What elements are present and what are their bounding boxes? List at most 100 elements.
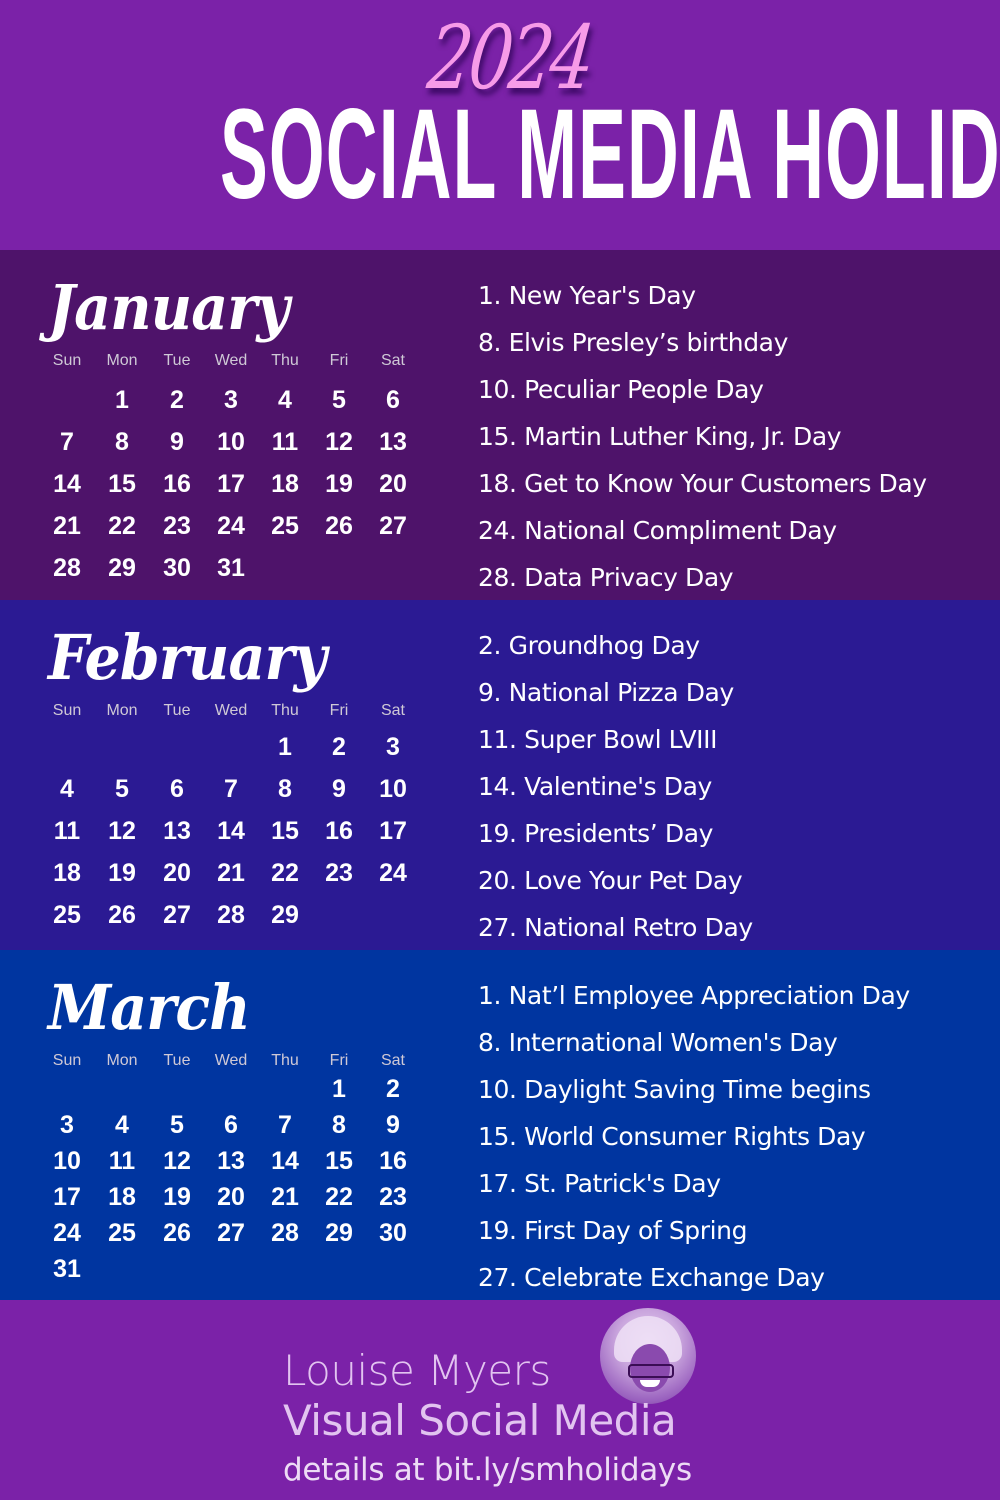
- calendar-day: 2: [332, 733, 346, 761]
- calendar-day: 20: [379, 470, 407, 498]
- calendar-day: 2: [386, 1075, 400, 1103]
- weekday-label: Wed: [214, 1052, 248, 1069]
- weekday-label: Sun: [52, 1052, 82, 1069]
- calendar-day: 4: [278, 386, 292, 414]
- holiday-item: 1. New Year's Day: [478, 281, 696, 310]
- calendar-day: 17: [379, 817, 407, 845]
- calendar-day: 26: [108, 901, 136, 929]
- weekday-label: Tue: [163, 1052, 191, 1069]
- weekday-label: Fri: [329, 702, 349, 719]
- calendar-day: 14: [217, 817, 245, 845]
- holiday-item: 10. Daylight Saving Time begins: [478, 1075, 871, 1104]
- calendar-day: 22: [108, 512, 136, 540]
- calendar-day: 22: [325, 1183, 353, 1211]
- calendar-day: 27: [217, 1219, 245, 1247]
- calendar-day: 8: [115, 428, 129, 456]
- calendar-day: 1: [115, 386, 129, 414]
- calendar-day: 28: [217, 901, 245, 929]
- year-label: 2024: [423, 6, 597, 109]
- calendar-day: 9: [332, 775, 346, 803]
- page-title: SOCIAL MEDIA HOLIDAYS: [220, 83, 1000, 226]
- weekday-label: Sat: [380, 352, 405, 369]
- calendar-day: 4: [60, 775, 74, 803]
- author-name: Louise Myers: [283, 1346, 551, 1395]
- holiday-item: 24. National Compliment Day: [478, 516, 837, 545]
- calendar-day: 25: [108, 1219, 136, 1247]
- calendar-day: 18: [53, 859, 81, 887]
- calendar-day: 7: [224, 775, 238, 803]
- details-link[interactable]: details at bit.ly/smholidays: [283, 1450, 692, 1490]
- calendar-day: 12: [163, 1147, 191, 1175]
- weekday-label: Mon: [106, 702, 138, 719]
- calendar-day: 19: [108, 859, 136, 887]
- holiday-item: 15. Martin Luther King, Jr. Day: [478, 422, 842, 451]
- avatar-glasses: [628, 1364, 674, 1378]
- calendar-day: 6: [386, 386, 400, 414]
- month-name: March: [48, 971, 251, 1044]
- calendar-day: 29: [271, 901, 299, 929]
- calendar-day: 26: [163, 1219, 191, 1247]
- holiday-item: 8. Elvis Presley’s birthday: [478, 328, 788, 357]
- calendar-day: 7: [60, 428, 74, 456]
- calendar-day: 16: [163, 470, 191, 498]
- calendar-day: 7: [278, 1111, 292, 1139]
- weekday-label: Tue: [163, 702, 191, 719]
- calendar-day: 3: [224, 386, 238, 414]
- calendar-day: 13: [163, 817, 191, 845]
- weekday-header: Sun Mon Tue Wed Thu Fri Sat: [40, 1050, 420, 1072]
- calendar-day: 15: [325, 1147, 353, 1175]
- calendar-day: 26: [325, 512, 353, 540]
- calendar-day: 23: [163, 512, 191, 540]
- calendar-day: 11: [53, 817, 81, 845]
- weekday-label: Mon: [106, 352, 138, 369]
- calendar-day: 27: [163, 901, 191, 929]
- calendar-day: 18: [108, 1183, 136, 1211]
- calendar-day: 17: [217, 470, 245, 498]
- calendar-day: 3: [60, 1111, 74, 1139]
- holiday-item: 19. First Day of Spring: [478, 1216, 748, 1245]
- calendar-day: 11: [108, 1147, 136, 1175]
- calendar-day: 10: [379, 775, 407, 803]
- weekday-label: Sun: [52, 352, 82, 369]
- calendar-day: 18: [271, 470, 299, 498]
- holiday-item: 15. World Consumer Rights Day: [478, 1122, 866, 1151]
- calendar-day: 12: [108, 817, 136, 845]
- calendar-day: 20: [163, 859, 191, 887]
- calendar-day: 28: [53, 554, 81, 582]
- calendar-day: 15: [271, 817, 299, 845]
- calendar-day: 25: [271, 512, 299, 540]
- weekday-label: Sat: [380, 1052, 405, 1069]
- holiday-item: 8. International Women's Day: [478, 1028, 838, 1057]
- calendar-day: 22: [271, 859, 299, 887]
- weekday-label: Thu: [271, 352, 299, 369]
- holiday-list: 1. Nat’l Employee Appreciation Day 8. Int…: [478, 972, 998, 1301]
- calendar-day: 23: [325, 859, 353, 887]
- holiday-list: 2. Groundhog Day 9. National Pizza Day 11.…: [478, 622, 998, 951]
- weekday-label: Wed: [214, 702, 248, 719]
- weekday-label: Sun: [52, 702, 82, 719]
- calendar-day: 11: [271, 428, 299, 456]
- calendar-day: 13: [217, 1147, 245, 1175]
- month-section-march: March Sun Mon Tue Wed Thu Fri Sat 1 2 3 4 5 6 7 8 9 10 1…: [0, 950, 1000, 1300]
- calendar-day: 1: [278, 733, 292, 761]
- weekday-header: Sun Mon Tue Wed Thu Fri Sat: [40, 700, 420, 722]
- calendar-day: 17: [53, 1183, 81, 1211]
- calendar-day: 13: [379, 428, 407, 456]
- holiday-item: 28. Data Privacy Day: [478, 563, 734, 592]
- holiday-list: 1. New Year's Day 8. Elvis Presley’s birt…: [478, 272, 998, 601]
- weekday-label: Thu: [271, 702, 299, 719]
- calendar-day: 6: [224, 1111, 238, 1139]
- month-section-february: February Sun Mon Tue Wed Thu Fri Sat 123456789…: [0, 600, 1000, 950]
- calendar-day: 2: [170, 386, 184, 414]
- calendar-day: 14: [271, 1147, 299, 1175]
- calendar-day: 24: [217, 512, 245, 540]
- header-banner: SOCIAL MEDIA HOLIDAYS 2024: [0, 0, 1000, 250]
- weekday-label: Fri: [329, 1052, 349, 1069]
- calendar-day: 12: [325, 428, 353, 456]
- calendar-day: 9: [170, 428, 184, 456]
- calendar-day: 10: [217, 428, 245, 456]
- weekday-label: Mon: [106, 1052, 138, 1069]
- calendar-day: 29: [108, 554, 136, 582]
- calendar-day: 14: [53, 470, 81, 498]
- calendar-day: 29: [325, 1219, 353, 1247]
